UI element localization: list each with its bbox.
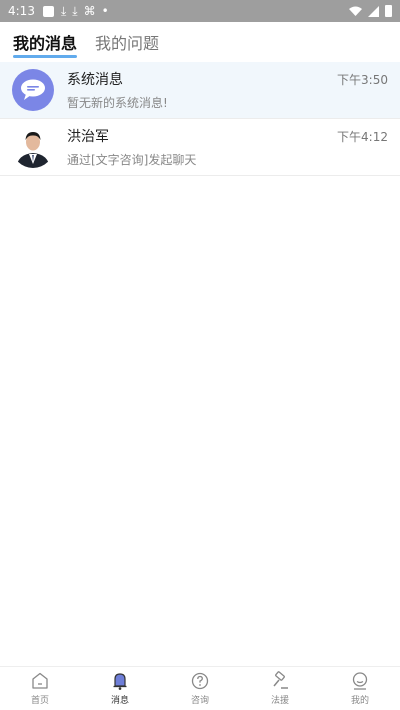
status-time: 4:13: [8, 4, 35, 18]
download-icon: ⤓: [72, 4, 78, 18]
nav-item-legal-aid[interactable]: 法援: [240, 667, 320, 710]
message-title: 洪治军: [67, 129, 109, 145]
status-bar: 4:13 ⤓ ⤓ ⌘ •: [0, 0, 400, 22]
app-icon: ⌘: [83, 4, 96, 18]
message-preview: 通过[文字咨询]发起聊天: [67, 153, 197, 167]
download-icon: ⤓: [60, 4, 67, 18]
nav-item-messages[interactable]: 消息: [80, 667, 160, 710]
nav-label: 咨询: [190, 696, 209, 706]
notification-square-icon: [42, 5, 54, 17]
profile-icon: [352, 672, 368, 690]
tab-my-messages[interactable]: 我的消息: [13, 30, 78, 58]
avatar: [12, 126, 54, 168]
home-icon: [32, 672, 48, 689]
message-list: 系统消息 下午3:50 暂无新的系统消息! 洪治军 下午4:12 通过[文字咨询…: [0, 62, 400, 176]
list-item-chat[interactable]: 洪治军 下午4:12 通过[文字咨询]发起聊天: [0, 119, 400, 176]
nav-label: 法援: [270, 696, 289, 706]
wifi-icon: [349, 6, 362, 16]
nav-label: 首页: [30, 696, 49, 706]
nav-label: 消息: [110, 696, 129, 706]
list-item-system-message[interactable]: 系统消息 下午3:50 暂无新的系统消息!: [0, 62, 400, 119]
bottom-nav: 首页 消息 咨询 法援 我的: [0, 666, 400, 710]
nav-item-profile[interactable]: 我的: [320, 667, 400, 710]
question-icon: [191, 672, 209, 690]
chat-bubble-icon: [12, 69, 54, 111]
message-time: 下午3:50: [337, 72, 388, 87]
signal-icon: [368, 5, 379, 17]
message-preview: 暂无新的系统消息!: [67, 96, 168, 110]
message-time: 下午4:12: [337, 129, 388, 144]
tab-my-questions[interactable]: 我的问题: [95, 30, 159, 54]
battery-icon: [385, 5, 392, 17]
nav-label: 我的: [350, 696, 369, 706]
bell-icon: [113, 673, 127, 690]
nav-item-home[interactable]: 首页: [0, 667, 80, 710]
nav-item-consult[interactable]: 咨询: [160, 667, 240, 710]
dot-icon: •: [101, 4, 109, 18]
user-photo: [12, 126, 54, 168]
gavel-icon: [273, 671, 288, 689]
message-title: 系统消息: [67, 72, 123, 88]
tab-bar: 我的消息 我的问题: [0, 22, 400, 62]
